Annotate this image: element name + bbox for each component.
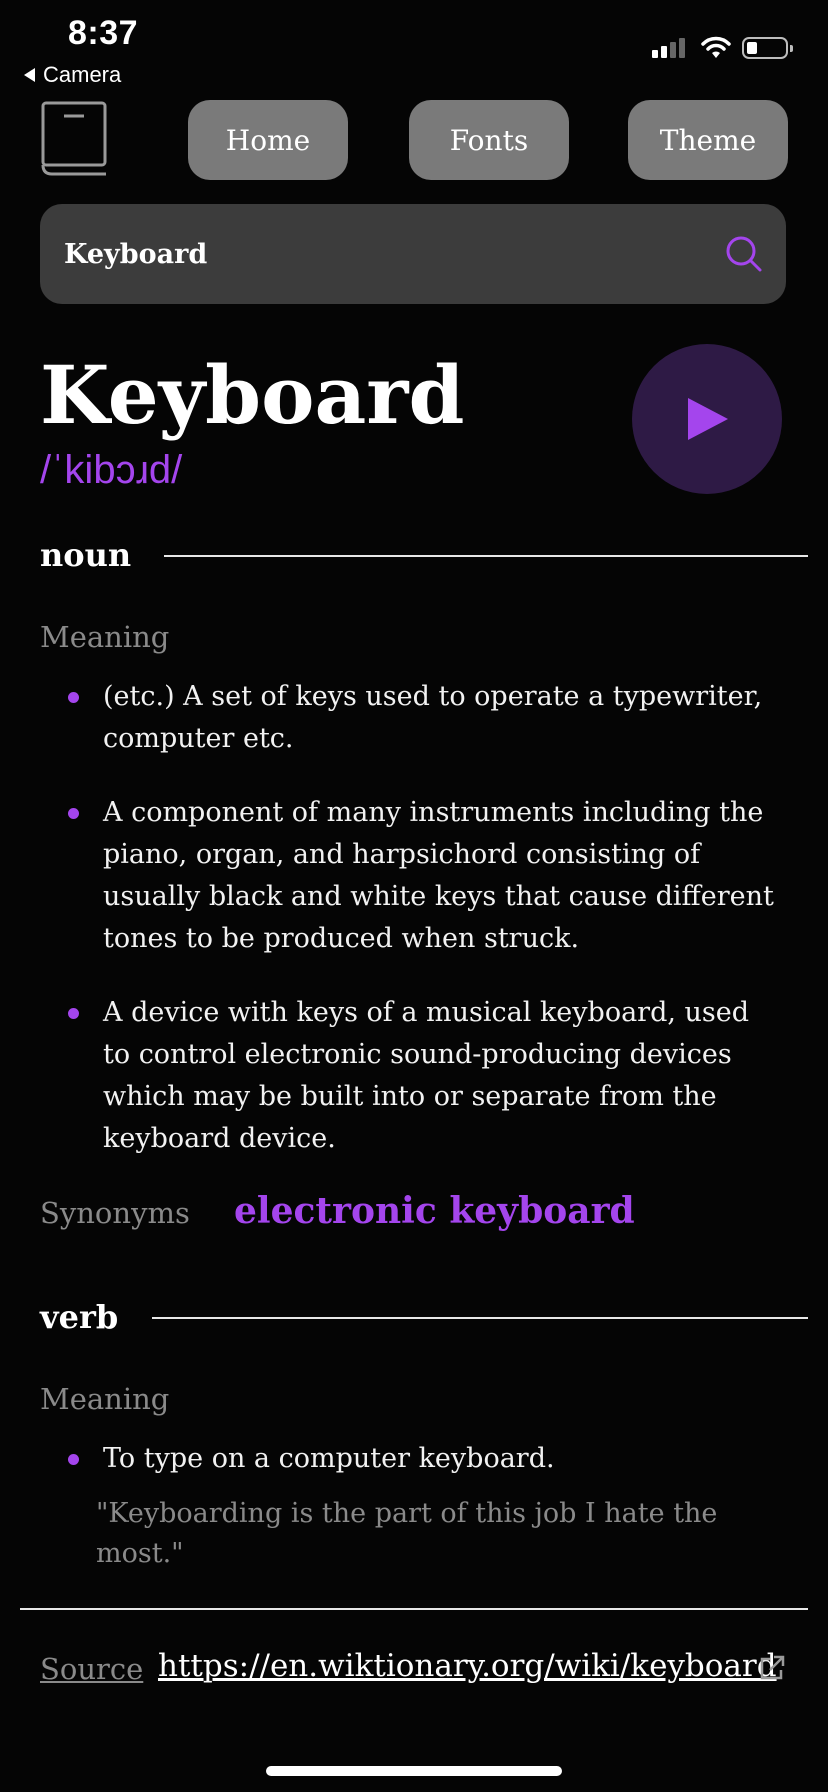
- back-to-app-link[interactable]: Camera: [24, 62, 121, 88]
- definition-text: A device with keys of a musical keyboard…: [103, 997, 750, 1154]
- meaning-label: Meaning: [40, 1382, 170, 1416]
- fonts-button[interactable]: Fonts: [409, 100, 569, 180]
- signal-icon: [652, 38, 685, 58]
- part-of-speech-verb: verb: [40, 1298, 119, 1336]
- bullet-icon: [68, 692, 79, 703]
- synonym-link[interactable]: electronic keyboard: [234, 1190, 635, 1232]
- word-title: Keyboard: [40, 348, 465, 442]
- back-arrow-icon: [24, 68, 35, 82]
- phonetic-text: /ˈkibɔɹd/: [40, 448, 183, 492]
- definition-text: A component of many instruments includin…: [103, 797, 774, 954]
- status-time: 8:37: [68, 14, 139, 52]
- source-link[interactable]: https://en.wiktionary.org/wiki/keyboard: [158, 1648, 777, 1684]
- search-bar: [40, 204, 786, 304]
- back-app-label: Camera: [43, 62, 122, 87]
- definition-text: To type on a computer keyboard.: [103, 1443, 555, 1474]
- search-input[interactable]: [62, 237, 724, 271]
- bullet-icon: [68, 1454, 79, 1465]
- external-link-icon[interactable]: [758, 1654, 786, 1682]
- bullet-icon: [68, 1008, 79, 1019]
- noun-definitions: (etc.) A set of keys used to operate a t…: [40, 676, 780, 760]
- divider: [152, 1317, 808, 1319]
- play-pronunciation-button[interactable]: [632, 344, 782, 494]
- list-item: To type on a computer keyboard.: [40, 1438, 780, 1480]
- noun-definitions: A device with keys of a musical keyboard…: [40, 992, 780, 1160]
- divider: [164, 555, 808, 557]
- home-button[interactable]: Home: [188, 100, 348, 180]
- example-sentence: "Keyboarding is the part of this job I h…: [96, 1498, 718, 1569]
- bullet-icon: [68, 808, 79, 819]
- play-icon: [688, 398, 728, 440]
- list-item: A component of many instruments includin…: [40, 792, 780, 960]
- noun-definitions: A component of many instruments includin…: [40, 792, 780, 960]
- verb-definitions: To type on a computer keyboard.: [40, 1438, 780, 1480]
- synonyms-label: Synonyms: [40, 1196, 190, 1230]
- divider: [20, 1608, 808, 1610]
- book-icon[interactable]: [40, 100, 108, 178]
- theme-button[interactable]: Theme: [628, 100, 788, 180]
- wifi-icon: [701, 36, 731, 58]
- battery-icon: [742, 37, 793, 59]
- list-item: (etc.) A set of keys used to operate a t…: [40, 676, 780, 760]
- definition-text: (etc.) A set of keys used to operate a t…: [103, 681, 763, 754]
- home-indicator[interactable]: [266, 1766, 562, 1776]
- search-icon[interactable]: [724, 234, 764, 274]
- list-item: A device with keys of a musical keyboard…: [40, 992, 780, 1160]
- source-label: Source: [40, 1652, 144, 1686]
- part-of-speech-noun: noun: [40, 536, 132, 574]
- meaning-label: Meaning: [40, 620, 170, 654]
